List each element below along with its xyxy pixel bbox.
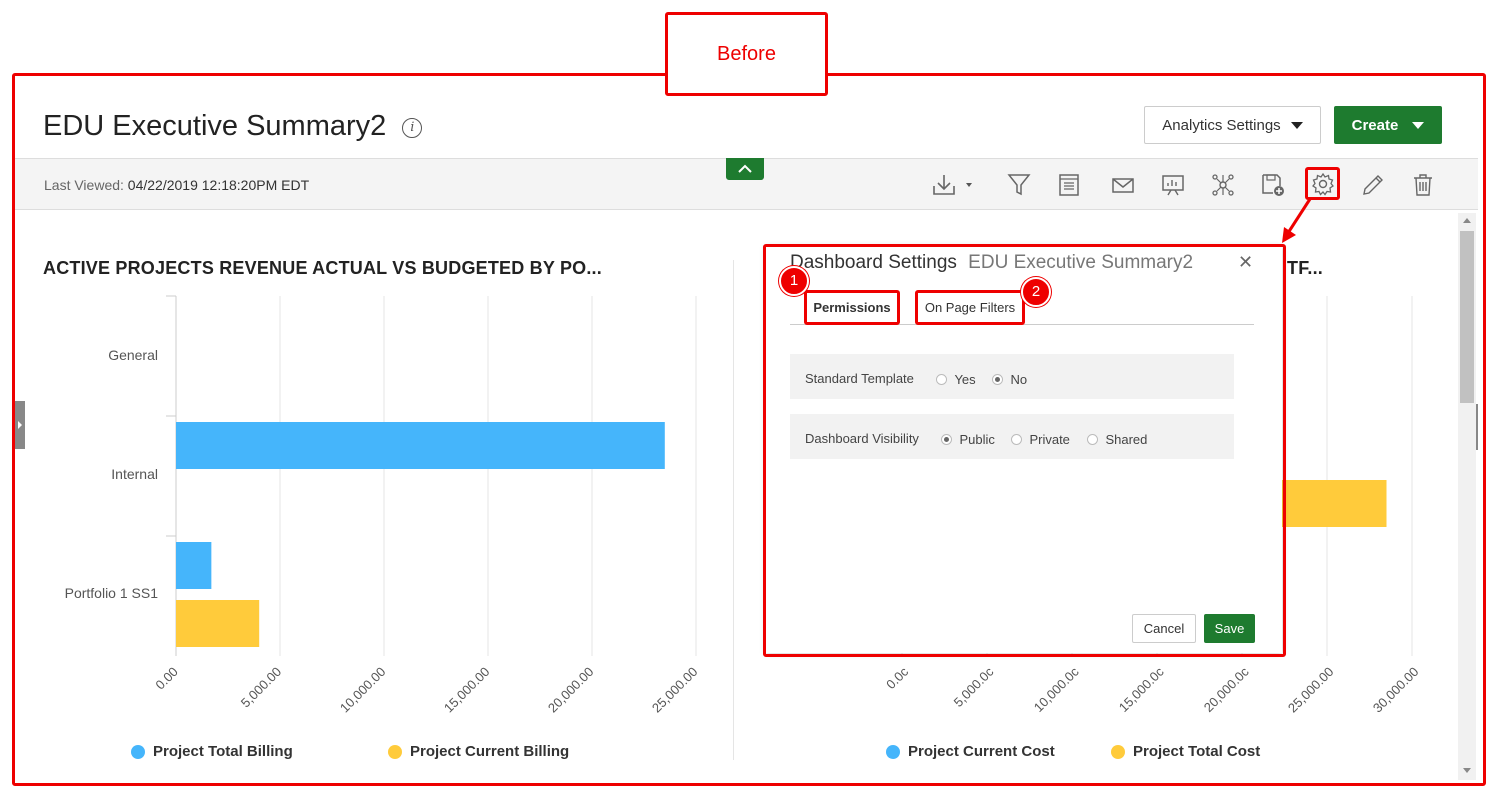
scrollbar[interactable] bbox=[1458, 213, 1476, 780]
legend-swatch-blue bbox=[886, 744, 900, 759]
report-button[interactable] bbox=[1056, 172, 1082, 198]
save-button[interactable]: Save bbox=[1204, 614, 1255, 643]
legend-label: Project Total Cost bbox=[1133, 743, 1261, 760]
y-label-general: General bbox=[108, 347, 158, 363]
gear-icon bbox=[1312, 172, 1334, 196]
create-label: Create bbox=[1351, 116, 1399, 134]
tab-on-page-filters[interactable]: On Page Filters bbox=[915, 290, 1025, 325]
pencil-icon bbox=[1363, 175, 1383, 195]
callout-arrow bbox=[1282, 198, 1312, 243]
download-button[interactable] bbox=[930, 172, 980, 198]
bar bbox=[176, 600, 260, 647]
analytics-settings-label: Analytics Settings bbox=[1162, 116, 1281, 134]
page-title-text: EDU Executive Summary2 bbox=[43, 110, 387, 142]
before-callout: Before bbox=[665, 12, 828, 96]
radio-button[interactable] bbox=[1087, 434, 1098, 446]
scroll-up-arrow[interactable] bbox=[1463, 218, 1471, 223]
email-button[interactable] bbox=[1110, 172, 1136, 198]
last-viewed-value: 04/22/2019 12:18:20PM EDT bbox=[127, 177, 310, 193]
network-icon bbox=[1212, 174, 1234, 196]
radio-button[interactable] bbox=[992, 374, 1003, 386]
radio-label: No bbox=[1010, 372, 1028, 387]
radio-yes[interactable]: Yes bbox=[936, 371, 976, 389]
radio-no[interactable]: No bbox=[992, 371, 1027, 389]
dialog-title: Dashboard Settings EDU Executive Summary… bbox=[790, 252, 1193, 274]
analytics-settings-button[interactable]: Analytics Settings bbox=[1144, 106, 1321, 144]
y-label-internal: Internal bbox=[111, 466, 158, 482]
report-icon bbox=[1059, 174, 1079, 196]
tab-permissions-label: Permissions bbox=[813, 300, 891, 315]
chevron-down-icon bbox=[1412, 121, 1425, 129]
legend-swatch-yellow bbox=[388, 744, 402, 759]
radio-shared[interactable]: Shared bbox=[1087, 431, 1147, 449]
chevron-up-icon bbox=[738, 164, 752, 173]
close-button[interactable]: ✕ bbox=[1238, 252, 1253, 273]
filter-icon bbox=[1007, 174, 1031, 196]
trash-icon bbox=[1414, 174, 1432, 196]
close-icon: ✕ bbox=[1238, 252, 1254, 272]
legend-label: Project Total Billing bbox=[153, 743, 293, 760]
bar bbox=[176, 422, 665, 469]
radio-label: Public bbox=[959, 432, 995, 447]
download-icon bbox=[933, 175, 972, 195]
radio-label: Private bbox=[1029, 432, 1070, 447]
dialog-title-text: Dashboard Settings bbox=[790, 252, 957, 273]
scroll-down-arrow[interactable] bbox=[1463, 768, 1471, 773]
scrollbar-thumb[interactable] bbox=[1460, 231, 1474, 403]
y-label-portfolio: Portfolio 1 SS1 bbox=[64, 585, 158, 601]
edit-button[interactable] bbox=[1360, 172, 1386, 198]
dialog-subtitle: EDU Executive Summary2 bbox=[968, 252, 1194, 273]
legend-item[interactable]: Project Current Billing bbox=[388, 743, 569, 760]
create-button[interactable]: Create bbox=[1334, 106, 1442, 144]
chevron-down-icon bbox=[1290, 121, 1303, 129]
email-icon bbox=[1112, 178, 1134, 193]
dashboard-settings-button[interactable] bbox=[1310, 171, 1336, 197]
radio-button[interactable] bbox=[1011, 434, 1022, 446]
right-chart-title: TF... bbox=[1287, 258, 1323, 278]
legend-label: Project Current Cost bbox=[908, 743, 1055, 760]
step-badge: 2 bbox=[1021, 277, 1051, 307]
collapse-header-button[interactable] bbox=[726, 158, 764, 180]
standard-template-label: Standard Template bbox=[805, 371, 914, 386]
tab-on-page-filters-label: On Page Filters bbox=[924, 300, 1016, 315]
left-chart-title: ACTIVE PROJECTS REVENUE ACTUAL VS BUDGET… bbox=[43, 258, 602, 278]
filter-button[interactable] bbox=[1006, 172, 1032, 198]
legend-item[interactable]: Project Total Cost bbox=[1111, 743, 1260, 760]
presentation-icon bbox=[1162, 175, 1184, 196]
network-button[interactable] bbox=[1210, 172, 1236, 198]
bar bbox=[176, 542, 212, 589]
delete-button[interactable] bbox=[1410, 172, 1436, 198]
last-viewed: Last Viewed: 04/22/2019 12:18:20PM EDT bbox=[44, 177, 309, 193]
step-badge: 1 bbox=[779, 266, 809, 296]
legend-swatch-blue bbox=[131, 744, 145, 759]
radio-private[interactable]: Private bbox=[1011, 431, 1070, 449]
radio-label: Shared bbox=[1105, 432, 1148, 447]
tab-permissions[interactable]: Permissions bbox=[804, 290, 900, 325]
info-icon[interactable]: i bbox=[402, 118, 423, 138]
dashboard-visibility-label: Dashboard Visibility bbox=[805, 431, 919, 446]
legend-swatch-yellow bbox=[1111, 744, 1125, 759]
panel-divider bbox=[733, 260, 734, 760]
radio-public[interactable]: Public bbox=[941, 431, 995, 449]
radio-label: Yes bbox=[954, 372, 976, 387]
radio-button[interactable] bbox=[936, 374, 947, 386]
legend-item[interactable]: Project Total Billing bbox=[131, 743, 293, 760]
radio-button[interactable] bbox=[941, 434, 952, 446]
last-viewed-label: Last Viewed: bbox=[44, 177, 124, 193]
page-title: EDU Executive Summary2 i bbox=[43, 110, 423, 143]
legend-label: Project Current Billing bbox=[410, 743, 570, 760]
cancel-button[interactable]: Cancel bbox=[1132, 614, 1196, 643]
presentation-button[interactable] bbox=[1160, 172, 1186, 198]
legend-item[interactable]: Project Current Cost bbox=[886, 743, 1055, 760]
